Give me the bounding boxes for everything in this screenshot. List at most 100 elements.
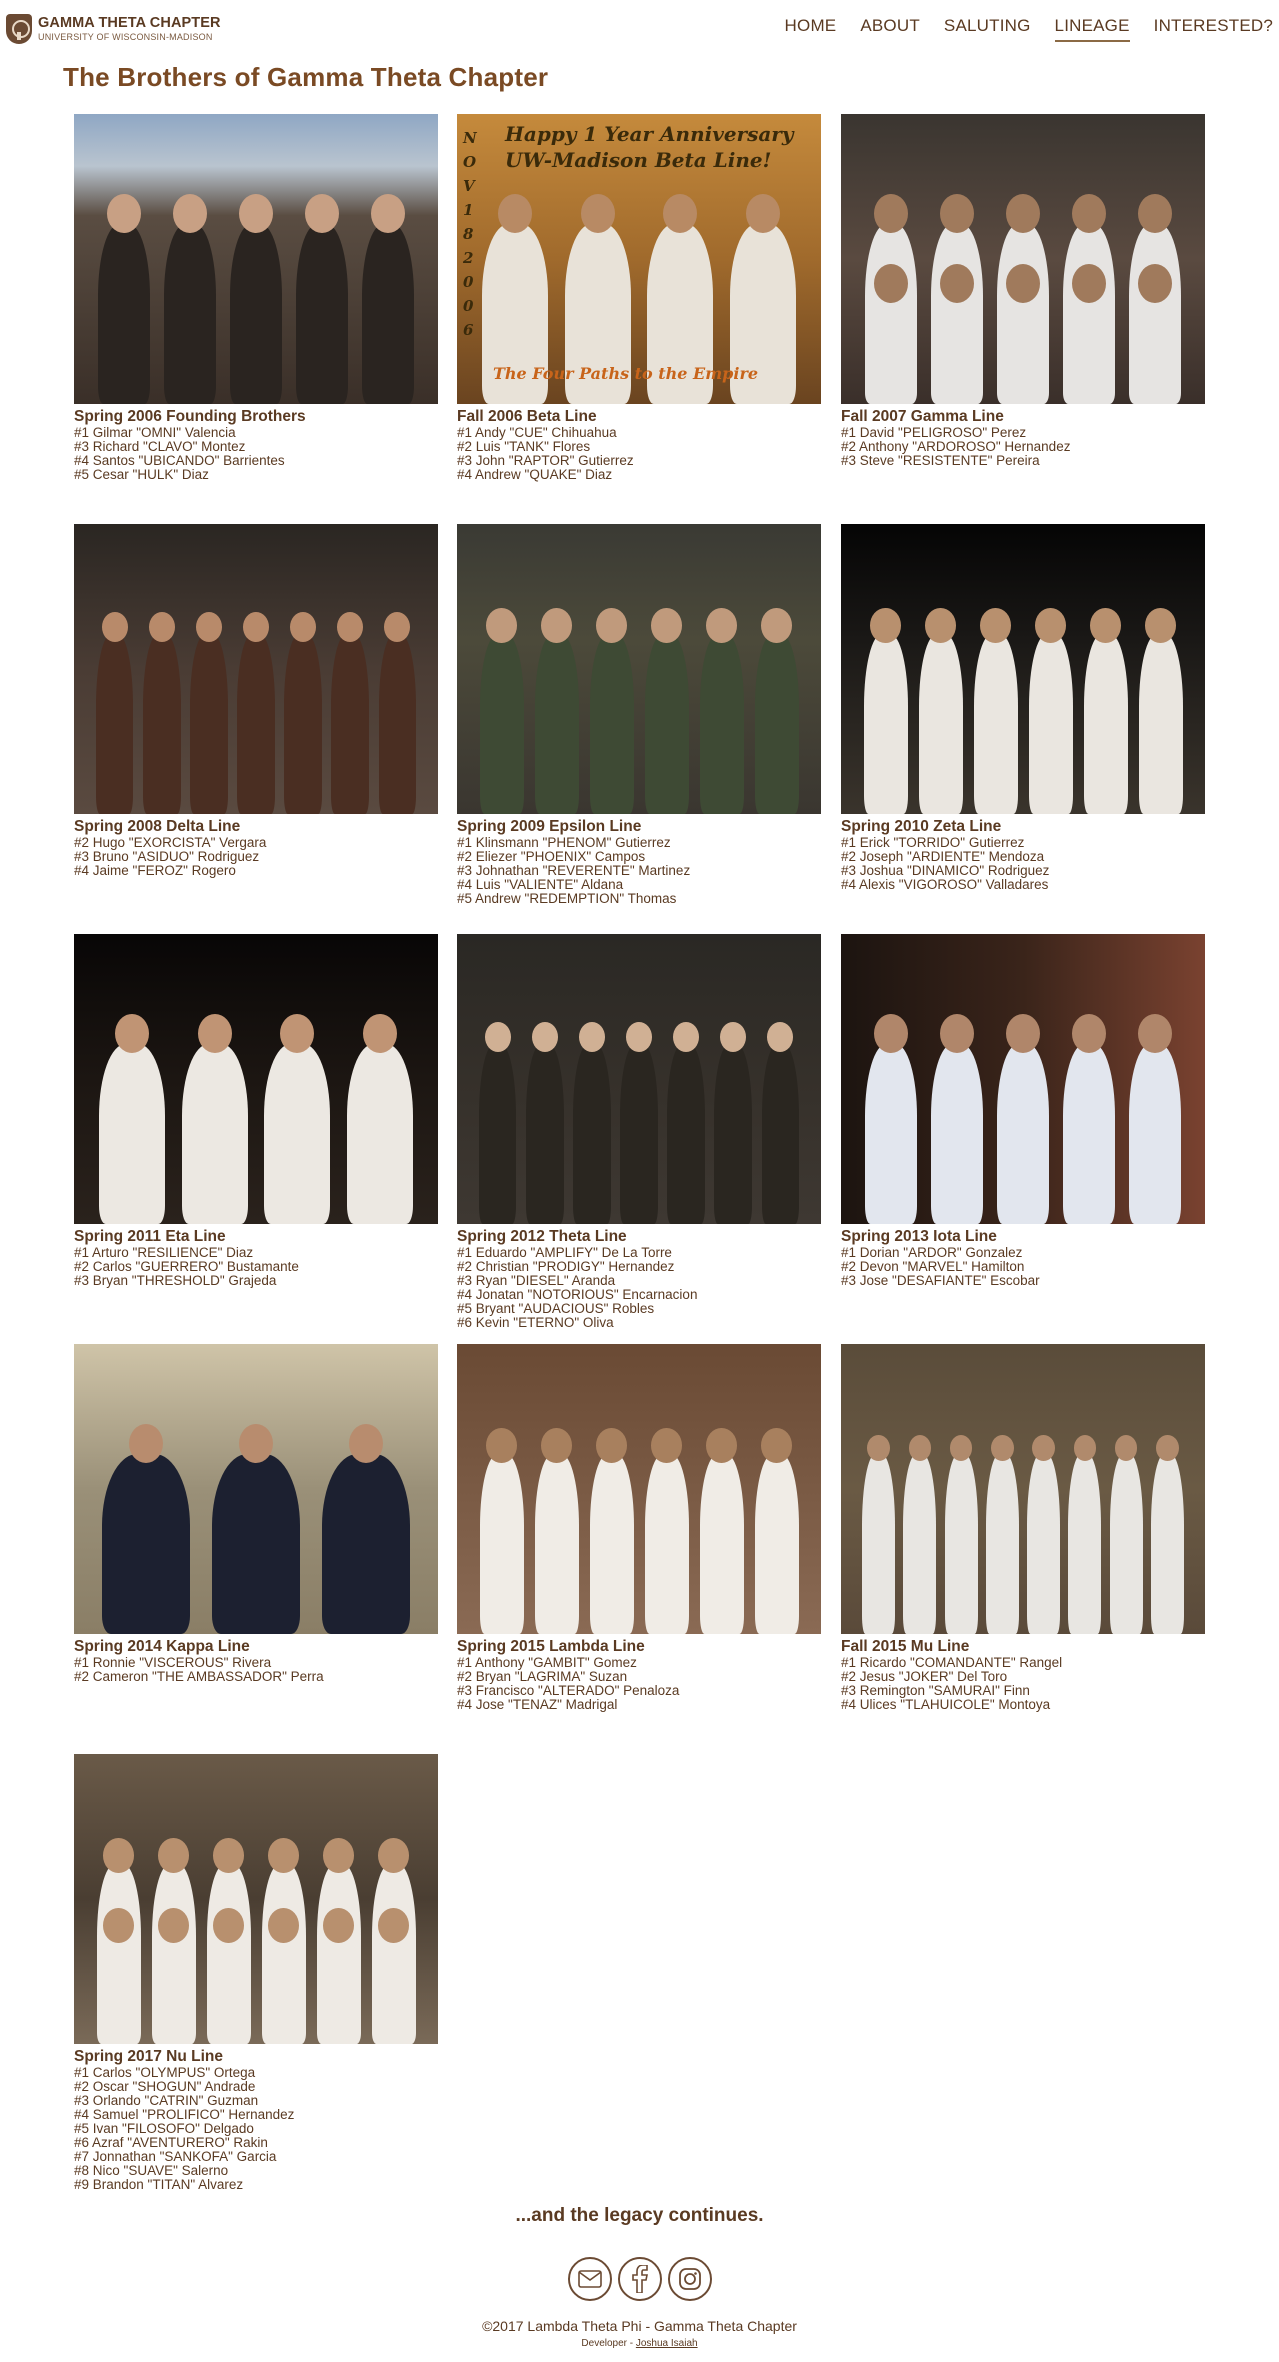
person-figure xyxy=(525,1044,564,1224)
person-head xyxy=(596,1427,627,1463)
member-name: #6 Kevin "ETERNO" Oliva xyxy=(457,1315,614,1330)
line-title: Spring 2015 Lambda Line xyxy=(457,1638,645,1655)
person-head xyxy=(720,1022,747,1052)
person-figure xyxy=(371,1934,416,2044)
person-head xyxy=(148,612,175,642)
lineage-card: Spring 2006 Founding Brothers #1 Gilmar "… xyxy=(74,114,438,482)
person-head xyxy=(578,1022,605,1052)
person-head xyxy=(1138,264,1172,304)
person-head xyxy=(925,607,956,643)
person-figure xyxy=(102,1454,190,1634)
person-head xyxy=(626,1022,652,1052)
member-name: #2 Luis "TANK" Flores xyxy=(457,439,591,454)
lineage-card: Spring 2009 Epsilon Line #1 Klinsmann "PH… xyxy=(457,524,821,906)
person-head xyxy=(1073,1435,1097,1462)
line-title: Spring 2006 Founding Brothers xyxy=(74,408,306,425)
nav-saluting[interactable]: SALUTING xyxy=(944,16,1031,42)
person-figure xyxy=(930,1044,984,1224)
person-head xyxy=(706,1427,737,1463)
line-title: Spring 2012 Theta Line xyxy=(457,1228,627,1245)
member-name: #7 Jonnathan "SANKOFA" Garcia xyxy=(74,2149,277,2164)
person-head xyxy=(874,194,908,234)
line-caption: Spring 2017 Nu Line #1 Carlos "OLYMPUS" O… xyxy=(74,2048,438,2192)
line-caption: Fall 2015 Mu Line #1 Ricardo "COMANDANTE"… xyxy=(841,1638,1205,1712)
nav-lineage[interactable]: LINEAGE xyxy=(1054,16,1130,42)
person-head xyxy=(870,607,901,643)
person-figure xyxy=(1083,634,1128,814)
person-figure xyxy=(1028,634,1073,814)
person-figure xyxy=(229,224,283,404)
member-name: #2 Cameron "THE AMBASSADOR" Perra xyxy=(74,1669,324,1684)
person-figure xyxy=(918,634,963,814)
member-name: #2 Carlos "GUERRERO" Bustamante xyxy=(74,1259,299,1274)
line-caption: Spring 2012 Theta Line #1 Eduardo "AMPLIF… xyxy=(457,1228,821,1330)
site-logo[interactable]: GAMMA THETA CHAPTER UNIVERSITY OF WISCON… xyxy=(6,14,221,44)
person-head xyxy=(195,612,222,642)
person-figure xyxy=(903,1454,937,1634)
person-head xyxy=(103,1907,134,1943)
person-head xyxy=(349,1424,383,1464)
person-figure xyxy=(620,1044,658,1224)
member-name: #2 Christian "PRODIGY" Hernandez xyxy=(457,1259,675,1274)
person-head xyxy=(1138,194,1172,234)
line-title: Fall 2015 Mu Line xyxy=(841,1638,970,1655)
person-figure xyxy=(996,1044,1050,1224)
person-head xyxy=(1072,264,1106,304)
person-head xyxy=(1072,1014,1106,1054)
lineage-card: Spring 2010 Zeta Line #1 Erick "TORRIDO" … xyxy=(841,524,1205,892)
person-head xyxy=(745,194,780,234)
person-head xyxy=(541,607,572,643)
person-figure xyxy=(95,634,134,814)
person-head xyxy=(980,607,1011,643)
member-name: #3 Joshua "DINAMICO" Rodriguez xyxy=(841,863,1050,878)
person-head xyxy=(541,1427,572,1463)
line-title: Spring 2014 Kappa Line xyxy=(74,1638,250,1655)
mail-icon[interactable] xyxy=(568,2257,612,2301)
person-head xyxy=(761,1427,792,1463)
member-name: #3 Remington "SAMURAI" Finn xyxy=(841,1683,1030,1698)
person-head xyxy=(484,1022,511,1052)
member-name: #6 Azraf "AVENTURERO" Rakin xyxy=(74,2135,268,2150)
facebook-icon[interactable] xyxy=(618,2257,662,2301)
person-head xyxy=(531,1022,558,1052)
person-figure xyxy=(96,1934,141,2044)
line-caption: Fall 2007 Gamma Line #1 David "PELIGROSO"… xyxy=(841,408,1205,468)
member-name: #4 Jose "TENAZ" Madrigal xyxy=(457,1697,618,1712)
member-name: #2 Oscar "SHOGUN" Andrade xyxy=(74,2079,256,2094)
person-figure xyxy=(699,1454,744,1634)
nav-home[interactable]: HOME xyxy=(785,16,837,42)
instagram-icon[interactable] xyxy=(668,2257,712,2301)
nav-about[interactable]: ABOUT xyxy=(860,16,920,42)
line-photo xyxy=(74,114,438,404)
person-figure xyxy=(1109,1454,1143,1634)
person-head xyxy=(940,264,974,304)
member-name: #3 Francisco "ALTERADO" Penaloza xyxy=(457,1683,680,1698)
person-figure xyxy=(761,1044,800,1224)
person-head xyxy=(867,1435,890,1462)
nav-interested[interactable]: INTERESTED? xyxy=(1154,16,1273,42)
person-head xyxy=(213,1907,244,1943)
person-figure xyxy=(212,1454,300,1634)
person-figure xyxy=(985,1454,1019,1634)
member-name: #3 Bruno "ASIDUO" Rodriguez xyxy=(74,849,260,864)
person-figure xyxy=(479,634,524,814)
person-head xyxy=(268,1907,299,1943)
person-figure xyxy=(534,1454,579,1634)
member-name: #2 Eliezer "PHOENIX" Campos xyxy=(457,849,646,864)
member-name: #3 Orlando "CATRIN" Guzman xyxy=(74,2093,259,2108)
member-name: #2 Jesus "JOKER" Del Toro xyxy=(841,1669,1008,1684)
developer-link[interactable]: Joshua Isaiah xyxy=(636,2338,698,2349)
lineage-card: Happy 1 Year Anniversary UW-Madison Beta … xyxy=(457,114,821,482)
person-head xyxy=(706,607,737,643)
person-figure xyxy=(378,634,417,814)
line-photo xyxy=(841,114,1205,404)
member-name: #4 Jaime "FEROZ" Rogero xyxy=(74,863,236,878)
person-head xyxy=(268,1837,299,1873)
person-figure xyxy=(754,634,799,814)
member-name: #1 Gilmar "OMNI" Valencia xyxy=(74,425,236,440)
line-title: Spring 2010 Zeta Line xyxy=(841,818,1002,835)
person-figure xyxy=(589,634,634,814)
person-figure xyxy=(181,1044,248,1224)
line-caption: Spring 2009 Epsilon Line #1 Klinsmann "PH… xyxy=(457,818,821,906)
person-head xyxy=(173,194,207,234)
